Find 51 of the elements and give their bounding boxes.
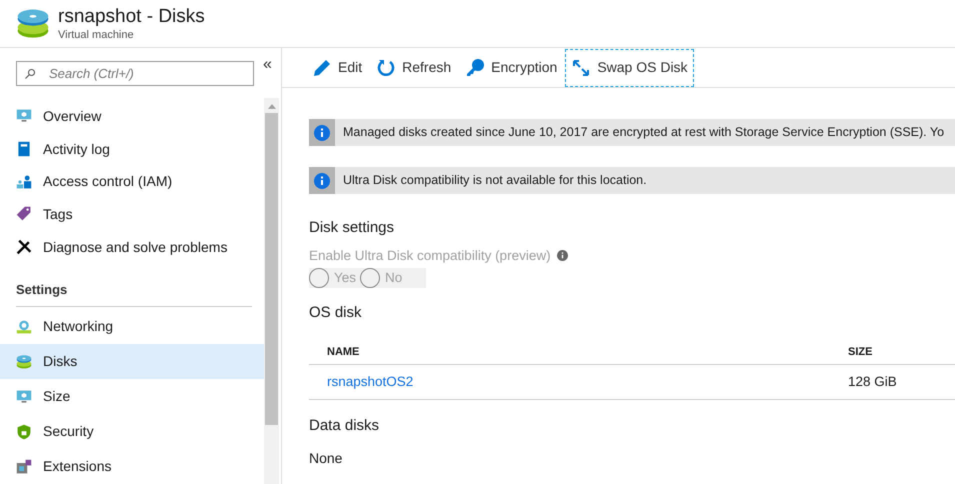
collapse-button[interactable]: « [263, 53, 272, 77]
extensions-icon [16, 458, 32, 475]
sidebar-item[interactable]: Disks [0, 344, 264, 380]
info-icon [314, 124, 330, 140]
sidebar-item[interactable]: Size [0, 379, 264, 414]
empty-text: None [309, 448, 344, 468]
section-heading: Disk settings [309, 218, 396, 238]
table-cell-text: 128 GiB [848, 373, 897, 392]
book-icon [16, 141, 32, 158]
key-icon [465, 58, 486, 78]
sidebar-item[interactable]: Diagnose and solve problems [0, 230, 264, 264]
tag-icon [16, 206, 32, 222]
sidebar-item[interactable]: Activity log [0, 132, 264, 166]
disk-link[interactable]: rsnapshotOS2 [309, 372, 848, 392]
people-icon [16, 174, 32, 190]
toolbar-button[interactable]: Edit [306, 48, 368, 86]
monitor-icon [16, 388, 32, 405]
banner-text: Managed disks created since June 10, 2017 are encrypted at rest with Storage Service Encryption (SSE). Yo [342, 124, 944, 142]
page-title: rsnapshot - Disks [58, 4, 205, 28]
section-heading: Settings [16, 280, 252, 308]
scroll-thumb[interactable] [265, 113, 278, 425]
swap-icon [571, 58, 592, 78]
column-header: NAME [326, 345, 360, 360]
sidebar-item[interactable]: Overview [0, 100, 264, 133]
sidebar-item[interactable]: Extensions [0, 449, 264, 484]
search-icon [24, 68, 36, 80]
section-heading: Data disks [309, 416, 380, 436]
sidebar-item[interactable]: Tags [0, 198, 264, 231]
toolbar-button[interactable]: Swap OS Disk [565, 48, 694, 86]
pencil-icon [312, 58, 332, 78]
shield-icon [16, 424, 32, 440]
page-subtitle: Virtual machine [58, 28, 135, 42]
scrollbar[interactable] [264, 98, 279, 484]
sidebar-item[interactable]: Access control (IAM) [0, 165, 264, 198]
toolbar-button[interactable]: Encryption [459, 48, 564, 86]
sidebar-item[interactable]: Security [0, 414, 264, 450]
disk-icon [16, 354, 32, 370]
field-label: Enable Ultra Disk compatibility (preview) [309, 246, 551, 265]
info-icon [314, 172, 330, 188]
info-icon [556, 250, 568, 262]
section-heading: OS disk [309, 302, 363, 323]
column-header: SIZE [848, 345, 872, 360]
disk-stack-icon [16, 6, 50, 40]
banner-text: Ultra Disk compatibility is not available for this location. [342, 172, 647, 190]
network-icon [16, 318, 32, 335]
refresh-icon [376, 58, 396, 78]
toolbar-button[interactable]: Refresh [370, 48, 458, 86]
scroll-up-icon[interactable] [268, 104, 276, 109]
monitor-icon [16, 108, 32, 124]
sidebar-item[interactable]: Networking [0, 309, 264, 344]
search-field[interactable]: Search (Ctrl+/) [16, 61, 254, 86]
